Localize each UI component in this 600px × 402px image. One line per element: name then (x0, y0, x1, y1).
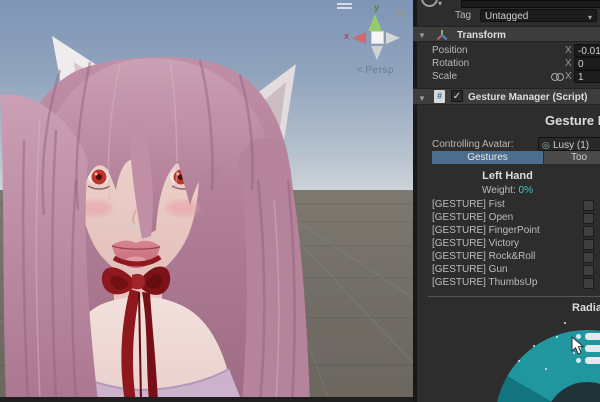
tab-tools[interactable]: Too (544, 151, 600, 164)
sparkle (518, 360, 520, 362)
gesture-row-rocknroll: [GESTURE] Rock&Roll (432, 250, 600, 263)
viewport-bottom-edge (0, 397, 413, 402)
gesture-checkbox[interactable] (583, 252, 594, 263)
inspector-panel: ▾ Tag Untagged ▾ ▼ Transform Position X … (413, 0, 600, 402)
gameobject-name-field[interactable] (461, 0, 600, 8)
gesture-checkbox[interactable] (583, 239, 594, 250)
gesture-checkbox[interactable] (583, 265, 594, 276)
transform-title: Transform (457, 30, 506, 41)
sparkle (564, 322, 566, 324)
weight-label: Weight: (482, 185, 516, 196)
weight-value: 0% (518, 185, 533, 196)
gizmo-x-axis-icon[interactable] (352, 32, 366, 44)
script-icon: # (434, 90, 445, 103)
tab-gestures[interactable]: Gestures (432, 151, 543, 164)
component-title: Gesture Manager (Script) (468, 92, 588, 103)
unity-editor-window: y x < Persp ▾ Tag Untagged ▾ ▼ Transform… (0, 0, 600, 402)
tag-dropdown[interactable]: Untagged ▾ (480, 9, 597, 22)
mouse-cursor (571, 336, 585, 355)
icon-caret-icon: ▾ (438, 0, 443, 8)
position-x-field[interactable]: -0.016 (574, 44, 600, 57)
scene-stats-line2 (337, 7, 352, 9)
gizmo-x-label: x (344, 31, 350, 41)
gesture-row-fingerpoint: [GESTURE] FingerPoint (432, 224, 600, 237)
gesture-checkbox[interactable] (583, 200, 594, 211)
scene-stats-line (337, 3, 352, 5)
gesture-row-gun: [GESTURE] Gun (432, 263, 600, 276)
avatar-object-icon: ◎ (542, 140, 550, 150)
transform-icon (436, 30, 448, 41)
gesture-checkbox[interactable] (583, 226, 594, 237)
gizmo-y-label: y (374, 2, 380, 12)
dropdown-caret-icon: ▾ (587, 13, 592, 22)
transform-row-position: Position X -0.016 (413, 44, 600, 58)
transform-row-scale: Scale X 1 (413, 70, 600, 84)
axis-x-label: X (565, 71, 572, 82)
rotation-x-field[interactable]: 0 (574, 57, 600, 70)
gameobject-icon-selector[interactable] (421, 0, 438, 7)
perspective-toggle[interactable]: < Persp (357, 65, 394, 76)
radial-section-title: Radial (572, 302, 600, 314)
gesture-row-open: [GESTURE] Open (432, 211, 600, 224)
axis-x-label: X (565, 45, 572, 56)
transform-row-rotation: Rotation X 0 (413, 57, 600, 71)
controlling-avatar-object-field[interactable]: ◎ Lusy (1) (538, 137, 600, 151)
gesture-row-thumbsup: [GESTURE] ThumbsUp (432, 276, 600, 289)
gesture-manager-panel-title: Gesture Ma (545, 113, 600, 128)
tag-label: Tag (455, 10, 472, 21)
sparkle (556, 336, 558, 338)
sparkle (545, 368, 547, 370)
gesture-checkbox[interactable] (583, 278, 594, 289)
avatar-render (0, 36, 413, 402)
gizmo-right-axis-icon[interactable] (386, 32, 400, 44)
scale-x-field[interactable]: 1 (574, 70, 600, 83)
gizmo-lock-icon[interactable] (396, 5, 405, 17)
persp-arrow-icon: < (357, 65, 364, 76)
foldout-icon[interactable]: ▼ (418, 94, 426, 103)
axis-x-label: X (565, 58, 572, 69)
gesture-row-victory: [GESTURE] Victory (432, 237, 600, 250)
gizmo-y-axis-icon[interactable] (368, 14, 382, 31)
gizmo-center-cube[interactable] (371, 31, 384, 44)
blush-right (166, 200, 200, 216)
foldout-icon[interactable]: ▼ (418, 31, 426, 40)
gesture-checkbox[interactable] (583, 213, 594, 224)
hand-section-title: Left Hand (482, 170, 533, 182)
sparkle (533, 345, 535, 347)
component-enabled-checkbox[interactable]: ✓ (451, 90, 463, 102)
controlling-avatar-label: Controlling Avatar: (432, 139, 514, 150)
controlling-avatar-row: Controlling Avatar: ◎ Lusy (1) (413, 137, 600, 151)
transform-header[interactable]: ▼ Transform (413, 26, 600, 42)
weight-row: Weight: 0% (430, 185, 585, 196)
gesture-row-fist: [GESTURE] Fist (432, 198, 600, 211)
scene-viewport[interactable]: y x < Persp (0, 0, 413, 402)
gizmo-bottom-axis-icon[interactable] (371, 46, 383, 60)
section-divider (428, 296, 600, 297)
scale-link-icon[interactable] (551, 73, 564, 81)
